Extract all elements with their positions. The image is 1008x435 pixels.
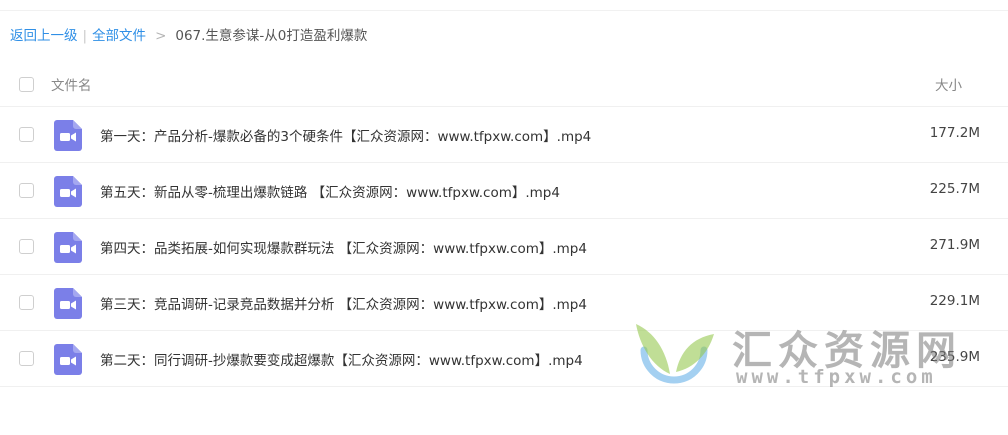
- file-row[interactable]: 第三天：竞品调研-记录竞品数据并分析 【汇众资源网：www.tfpxw.com】…: [0, 275, 1008, 331]
- file-name[interactable]: 第一天：产品分析-爆款必备的3个硬条件【汇众资源网：www.tfpxw.com】…: [100, 125, 591, 145]
- video-file-icon: [54, 176, 82, 207]
- row-checkbox[interactable]: [19, 127, 34, 142]
- file-name[interactable]: 第三天：竞品调研-记录竞品数据并分析 【汇众资源网：www.tfpxw.com】…: [100, 293, 587, 313]
- breadcrumb-separator: |: [82, 28, 88, 44]
- file-list-header: 文件名 大小: [0, 56, 1008, 107]
- file-row[interactable]: 第一天：产品分析-爆款必备的3个硬条件【汇众资源网：www.tfpxw.com】…: [0, 107, 1008, 163]
- all-files-link[interactable]: 全部文件: [92, 28, 146, 44]
- column-header-size[interactable]: 大小: [935, 74, 962, 94]
- row-checkbox[interactable]: [19, 295, 34, 310]
- file-name[interactable]: 第四天：品类拓展-如何实现爆款群玩法 【汇众资源网：www.tfpxw.com】…: [100, 237, 587, 257]
- row-checkbox[interactable]: [19, 351, 34, 366]
- row-checkbox[interactable]: [19, 239, 34, 254]
- breadcrumb-arrow: >: [155, 28, 167, 44]
- file-row[interactable]: 第四天：品类拓展-如何实现爆款群玩法 【汇众资源网：www.tfpxw.com】…: [0, 219, 1008, 275]
- row-checkbox[interactable]: [19, 183, 34, 198]
- select-all-checkbox[interactable]: [19, 77, 34, 92]
- file-size: 235.9M: [929, 349, 980, 365]
- file-row[interactable]: 第五天：新品从零-梳理出爆款链路 【汇众资源网：www.tfpxw.com】.m…: [0, 163, 1008, 219]
- video-file-icon: [54, 232, 82, 263]
- file-size: 229.1M: [929, 293, 980, 309]
- back-link[interactable]: 返回上一级: [10, 28, 78, 44]
- file-name[interactable]: 第二天：同行调研-抄爆款要变成超爆款【汇众资源网：www.tfpxw.com】.…: [100, 349, 583, 369]
- current-folder: 067.生意参谋-从0打造盈利爆款: [175, 28, 368, 44]
- top-divider: [0, 10, 1008, 11]
- video-file-icon: [54, 344, 82, 375]
- file-list: 文件名 大小 第一天：产品分析-爆款必备的3个硬条件【汇众资源网：www.tfp…: [0, 56, 1008, 387]
- file-row[interactable]: 第二天：同行调研-抄爆款要变成超爆款【汇众资源网：www.tfpxw.com】.…: [0, 331, 1008, 387]
- file-name[interactable]: 第五天：新品从零-梳理出爆款链路 【汇众资源网：www.tfpxw.com】.m…: [100, 181, 560, 201]
- file-size: 177.2M: [929, 125, 980, 141]
- file-size: 225.7M: [929, 181, 980, 197]
- breadcrumb: 返回上一级 | 全部文件 >067.生意参谋-从0打造盈利爆款: [10, 26, 367, 46]
- video-file-icon: [54, 288, 82, 319]
- file-size: 271.9M: [929, 237, 980, 253]
- column-header-name[interactable]: 文件名: [51, 74, 92, 94]
- video-file-icon: [54, 120, 82, 151]
